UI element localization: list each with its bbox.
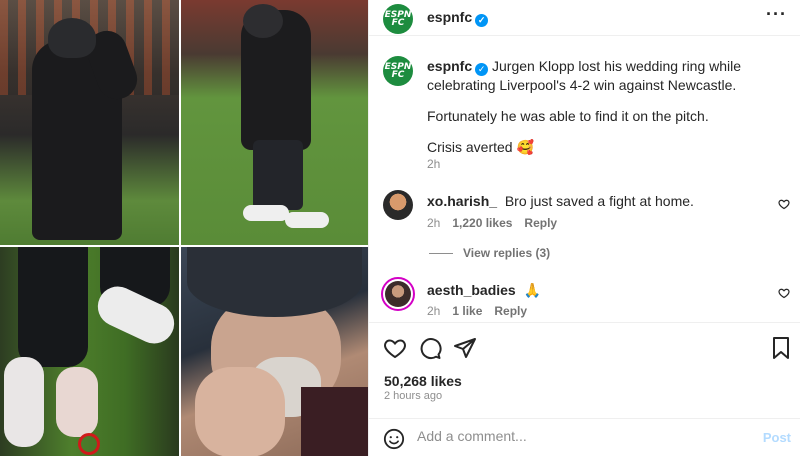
comment-body: aesth_badies 🙏	[427, 282, 541, 299]
post-like-count[interactable]: 50,268 likes	[384, 373, 462, 389]
photo-klopp-celebrating	[0, 0, 179, 245]
commenter-avatar[interactable]	[383, 190, 413, 220]
figure-head	[243, 4, 283, 38]
figure-trousers	[18, 247, 88, 367]
figure-shoe	[4, 357, 44, 447]
avatar-logo-text: ESPN FC	[384, 61, 412, 80]
commenter-avatar-story-ring[interactable]	[381, 277, 415, 311]
comment-username[interactable]: xo.harish_	[427, 193, 497, 209]
more-options-icon[interactable]: ···	[766, 4, 787, 25]
comment-timestamp[interactable]: 2h	[427, 216, 440, 230]
author-avatar[interactable]: ESPN FC	[383, 4, 413, 34]
comment-timestamp[interactable]: 2h	[427, 304, 440, 318]
like-heart-icon[interactable]	[383, 336, 407, 363]
photo-klopp-closeup	[181, 247, 368, 456]
save-bookmark-icon[interactable]	[771, 336, 791, 363]
comment-input[interactable]	[417, 428, 747, 444]
figure-shoe	[243, 205, 289, 221]
post-age[interactable]: 2 hours ago	[384, 390, 442, 402]
comment-likes[interactable]: 1,220 likes	[452, 216, 512, 230]
avatar-logo-text: ESPN FC	[384, 9, 412, 28]
verified-badge-icon: ✓	[475, 14, 489, 27]
comment-reply-button[interactable]: Reply	[524, 216, 557, 230]
view-replies-button[interactable]: View replies (3)	[429, 246, 550, 260]
caption-line-2: Fortunately he was able to find it on th…	[427, 108, 709, 124]
author-username-row: espnfc ✓	[427, 9, 489, 27]
comment-text: 🙏	[523, 282, 541, 298]
emoji-smiley-icon[interactable]	[383, 428, 405, 453]
comment-username[interactable]: aesth_badies	[427, 282, 516, 298]
caption-line-3: Crisis averted 🥰	[427, 139, 534, 155]
comment-like-heart-icon[interactable]	[778, 287, 790, 302]
post-header: ESPN FC espnfc ✓ ···	[369, 0, 800, 36]
view-replies-label: View replies (3)	[463, 246, 551, 260]
post-action-bar	[369, 322, 800, 372]
figure-ankle	[56, 367, 98, 437]
comment-meta: 2h 1,220 likes Reply	[427, 216, 557, 230]
figure-legs	[253, 140, 303, 210]
post-caption: espnfc ✓ Jurgen Klopp lost his wedding ri…	[427, 57, 777, 156]
caption-line-1: Jurgen Klopp lost his wedding ring while…	[427, 58, 742, 93]
comment-bubble-icon[interactable]	[418, 336, 442, 363]
figure-shoe	[285, 212, 329, 228]
commenter-avatar	[385, 281, 411, 307]
comment-likes[interactable]: 1 like	[452, 304, 482, 318]
post-media-collage[interactable]	[0, 0, 368, 456]
photo-klopp-searching	[181, 0, 368, 245]
post-comment-button[interactable]: Post	[763, 430, 791, 445]
caption-timestamp[interactable]: 2h	[427, 157, 440, 171]
post-sidebar: ESPN FC espnfc ✓ ··· ESPN FC espnfc ✓ Jurg…	[368, 0, 800, 456]
comment-reply-button[interactable]: Reply	[494, 304, 527, 318]
comment-meta: 2h 1 like Reply	[427, 304, 527, 318]
author-username[interactable]: espnfc	[427, 9, 472, 25]
figure-head	[48, 18, 96, 58]
comment-like-heart-icon[interactable]	[778, 198, 790, 213]
figure-coat	[301, 387, 368, 456]
comment-text: Bro just saved a fight at home.	[504, 193, 694, 209]
caption-username[interactable]: espnfc	[427, 58, 472, 74]
figure-hand	[195, 367, 285, 456]
comment-body: xo.harish_ Bro just saved a fight at hom…	[427, 193, 694, 209]
caption-author-avatar[interactable]: ESPN FC	[383, 56, 413, 86]
photo-ring-on-pitch	[0, 247, 179, 456]
replies-divider-line	[429, 252, 453, 254]
figure-cap	[187, 247, 362, 317]
ring-highlight-circle	[78, 433, 100, 455]
share-paper-plane-icon[interactable]	[453, 336, 477, 363]
comment-composer: Post	[369, 418, 800, 456]
verified-badge-icon: ✓	[475, 63, 489, 76]
